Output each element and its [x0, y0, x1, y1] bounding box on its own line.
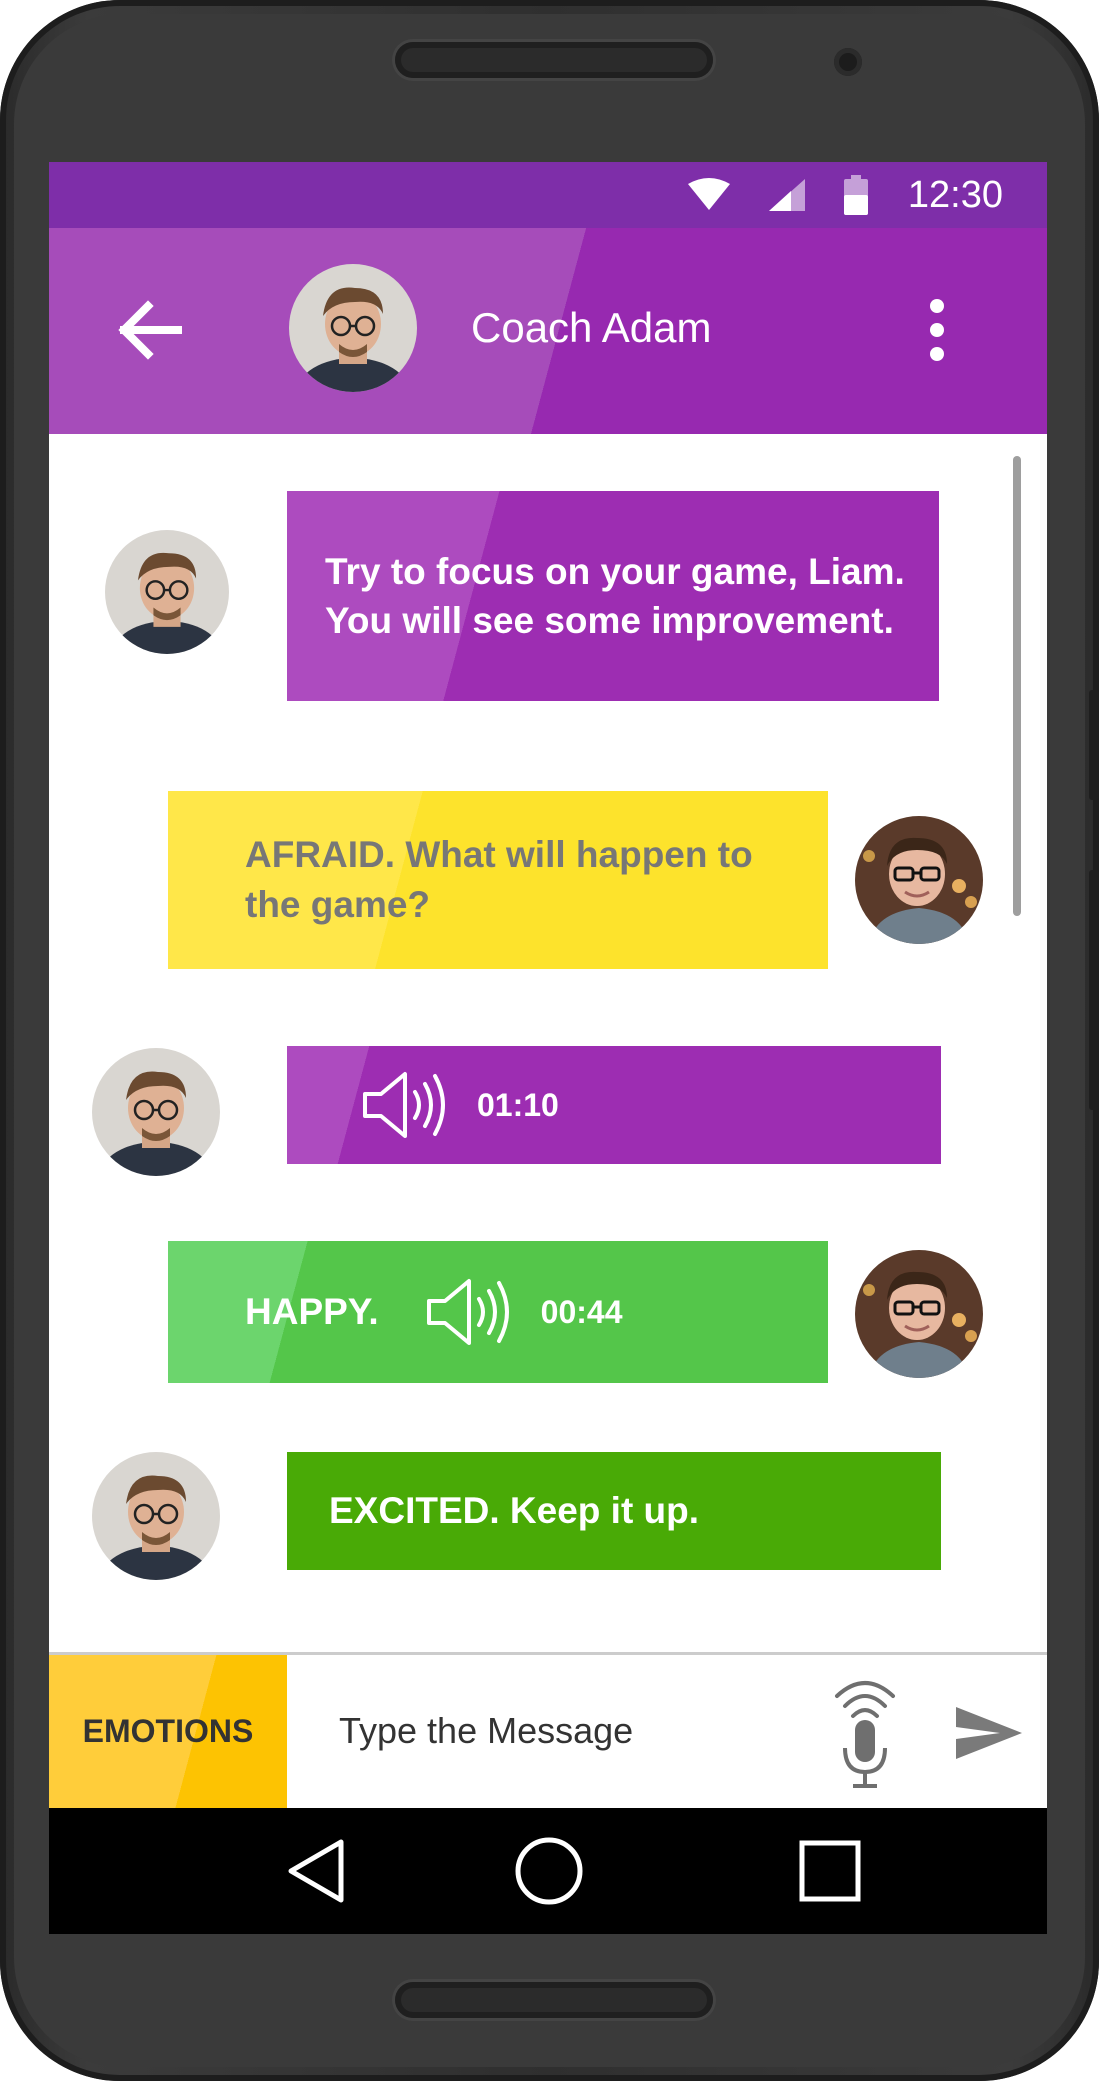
coach-avatar — [92, 1048, 220, 1176]
voice-message-user[interactable]: HAPPY. 00:44 — [168, 1241, 828, 1383]
voice-duration: 00:44 — [540, 1293, 623, 1330]
bottom-speaker — [395, 1982, 713, 2018]
message-bubble-coach[interactable]: EXCITED. Keep it up. — [287, 1452, 941, 1570]
speaker-icon[interactable] — [425, 1277, 515, 1347]
mic-button[interactable] — [829, 1673, 901, 1793]
coach-avatar — [105, 530, 229, 654]
nav-home-button[interactable] — [509, 1831, 589, 1911]
wifi-icon — [683, 172, 735, 218]
voice-message-coach[interactable]: 01:10 — [287, 1046, 941, 1164]
power-button — [1089, 870, 1099, 1110]
speaker-icon[interactable] — [361, 1070, 451, 1140]
triangle-back-icon — [288, 1839, 344, 1903]
screen: 12:30 Coach Adam Try to focus on your ga… — [49, 162, 1047, 1934]
message-text: AFRAID. What will happen to the game? — [245, 834, 753, 925]
chat-thread[interactable]: Try to focus on your game, Liam. You wil… — [49, 434, 1047, 1654]
earpiece-speaker — [395, 42, 713, 78]
front-camera — [834, 48, 862, 76]
nav-back-button[interactable] — [276, 1831, 356, 1911]
signal-icon — [765, 172, 809, 218]
emotions-button[interactable]: EMOTIONS — [49, 1655, 287, 1808]
back-button[interactable] — [109, 290, 189, 370]
message-text: EXCITED. Keep it up. — [329, 1490, 700, 1531]
emotions-button-label: EMOTIONS — [82, 1713, 254, 1749]
message-input[interactable] — [339, 1693, 839, 1769]
user-avatar — [855, 1250, 983, 1378]
contact-name: Coach Adam — [471, 304, 712, 351]
more-vert-icon — [930, 299, 944, 361]
status-bar: 12:30 — [49, 162, 1047, 228]
battery-icon — [841, 172, 871, 218]
message-bubble-user[interactable]: AFRAID. What will happen to the game? — [168, 791, 828, 969]
square-recents-icon — [799, 1840, 861, 1902]
coach-avatar — [92, 1452, 220, 1580]
mic-icon — [835, 1681, 895, 1788]
send-icon — [956, 1707, 1022, 1759]
overflow-menu-button[interactable] — [907, 290, 967, 370]
circle-home-icon — [515, 1837, 583, 1905]
app-bar: Coach Adam — [49, 228, 1047, 434]
contact-avatar[interactable] — [289, 264, 417, 392]
message-input-bar: EMOTIONS — [49, 1655, 1047, 1808]
volume-button — [1089, 690, 1099, 800]
scrollbar[interactable] — [1013, 456, 1021, 916]
send-button[interactable] — [949, 1693, 1029, 1773]
voice-duration: 01:10 — [477, 1086, 559, 1123]
message-bubble-coach[interactable]: Try to focus on your game, Liam. You wil… — [287, 491, 939, 701]
nav-recents-button[interactable] — [790, 1831, 870, 1911]
emotion-label: HAPPY. — [245, 1291, 379, 1332]
user-avatar — [855, 816, 983, 944]
system-nav-bar — [49, 1808, 1047, 1934]
arrow-left-icon — [118, 300, 182, 360]
message-text: Try to focus on your game, Liam. You wil… — [325, 551, 905, 641]
status-time: 12:30 — [907, 174, 1003, 216]
phone-frame: 12:30 Coach Adam Try to focus on your ga… — [0, 0, 1099, 2081]
